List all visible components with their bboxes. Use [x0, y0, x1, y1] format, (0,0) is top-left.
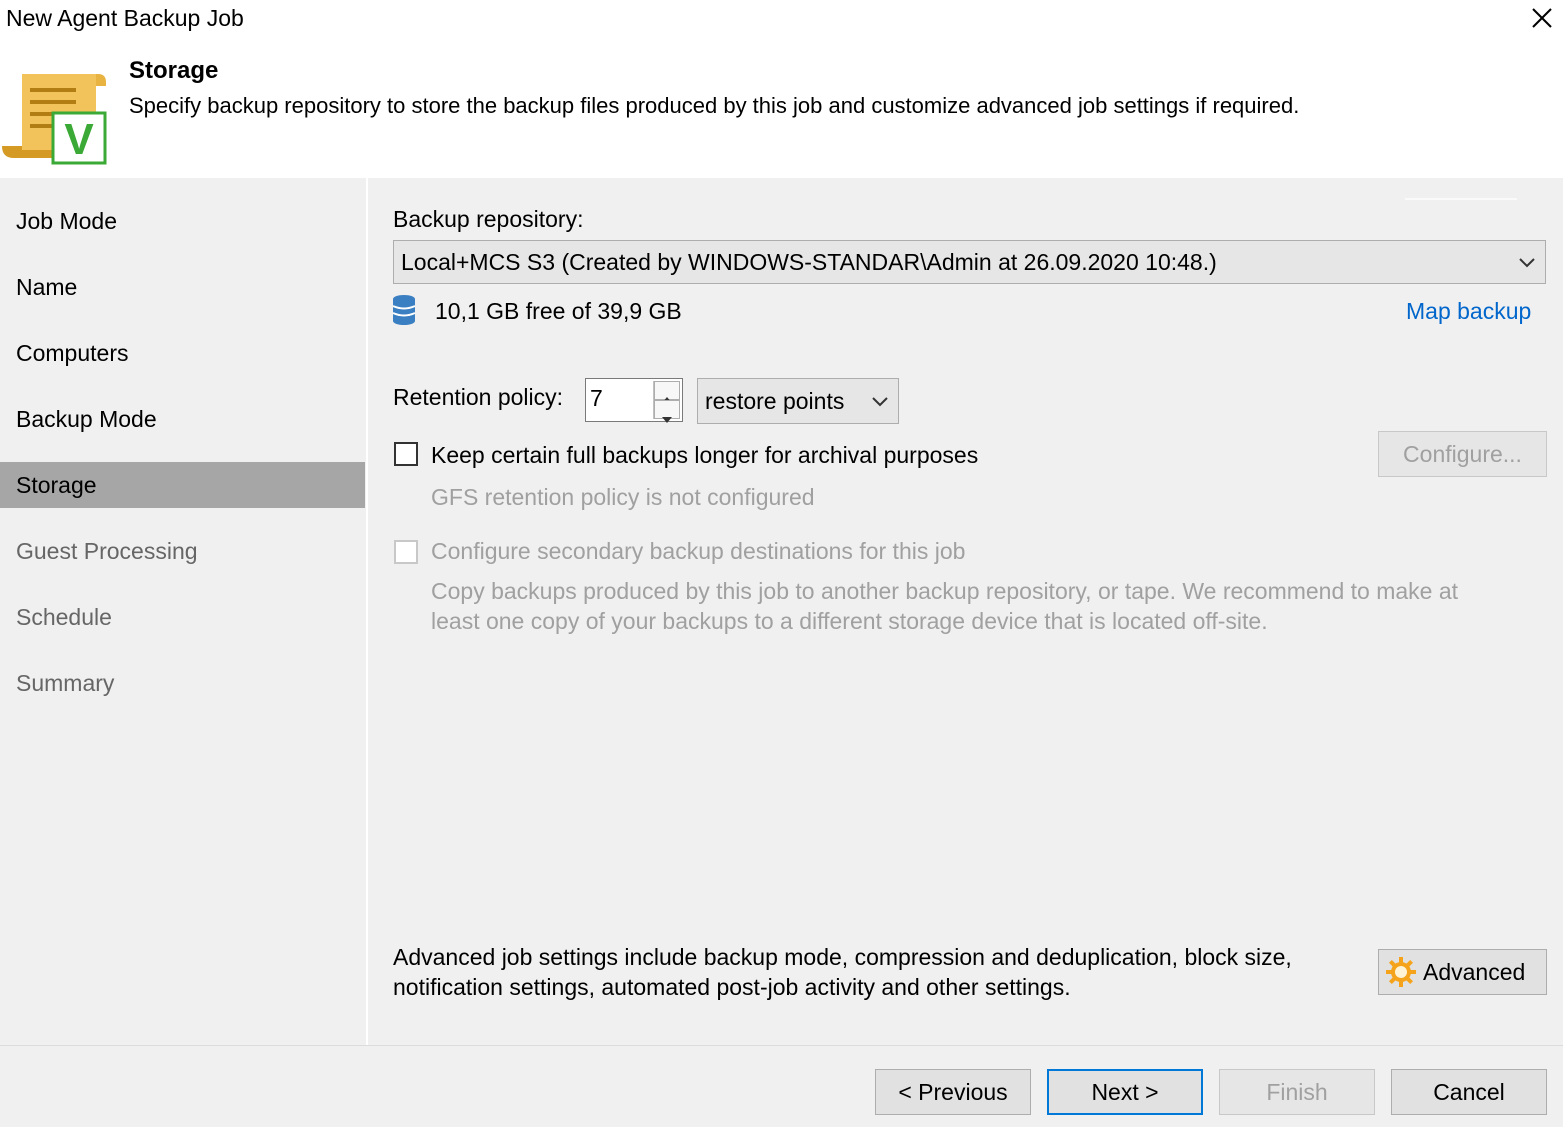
secondary-desc-line1: Copy backups produced by this job to ano…	[431, 578, 1459, 604]
gfs-checkbox-label[interactable]: Keep certain full backups longer for arc…	[431, 442, 978, 469]
wizard-sidebar: Job Mode Name Computers Backup Mode Stor…	[0, 178, 366, 1045]
sidebar-item-name[interactable]: Name	[0, 264, 365, 310]
backup-repository-label: Backup repository:	[393, 206, 584, 232]
arrow-down-icon	[662, 417, 672, 423]
next-button[interactable]: Next >	[1047, 1069, 1203, 1115]
content-divider	[1405, 198, 1517, 200]
map-backup-link[interactable]: Map backup	[1406, 298, 1531, 325]
free-space-text: 10,1 GB free of 39,9 GB	[435, 298, 682, 324]
advanced-desc-line1: Advanced job settings include backup mod…	[393, 944, 1292, 970]
stepper-down-button[interactable]	[654, 400, 680, 423]
cancel-button[interactable]: Cancel	[1391, 1069, 1547, 1115]
sidebar-item-storage[interactable]: Storage	[0, 462, 365, 508]
advanced-desc-line2: notification settings, automated post-jo…	[393, 974, 1071, 1000]
configure-button[interactable]: Configure...	[1378, 431, 1547, 477]
gfs-checkbox[interactable]	[394, 442, 418, 466]
retention-unit-select[interactable]: restore points	[697, 378, 899, 424]
secondary-destinations-label[interactable]: Configure secondary backup destinations …	[431, 538, 965, 565]
stepper-up-button[interactable]	[654, 381, 680, 403]
finish-button[interactable]: Finish	[1219, 1069, 1375, 1115]
retention-policy-label: Retention policy:	[393, 384, 564, 410]
chevron-down-icon	[1519, 258, 1535, 268]
gear-icon	[1386, 957, 1416, 987]
page-title: Storage	[129, 57, 219, 84]
sidebar-item-job-mode[interactable]: Job Mode	[0, 198, 365, 244]
advanced-button-label: Advanced	[1423, 958, 1526, 985]
close-icon[interactable]	[1528, 4, 1556, 32]
page-description: Specify backup repository to store the b…	[129, 93, 1300, 118]
gfs-status-text: GFS retention policy is not configured	[431, 484, 815, 510]
sidebar-item-summary[interactable]: Summary	[0, 660, 365, 706]
secondary-destinations-checkbox[interactable]	[394, 540, 418, 564]
backup-repository-value: Local+MCS S3 (Created by WINDOWS-STANDAR…	[401, 249, 1217, 275]
badge-v-text: V	[64, 115, 94, 164]
retention-unit-value: restore points	[705, 388, 845, 414]
sidebar-item-computers[interactable]: Computers	[0, 330, 365, 376]
retention-stepper[interactable]: 7	[585, 378, 683, 423]
window-title: New Agent Backup Job	[6, 5, 244, 31]
secondary-desc-line2: least one copy of your backups to a diff…	[431, 608, 1268, 634]
previous-button[interactable]: < Previous	[875, 1069, 1031, 1115]
database-icon	[392, 295, 416, 325]
sidebar-item-backup-mode[interactable]: Backup Mode	[0, 396, 365, 442]
sidebar-item-guest-processing[interactable]: Guest Processing	[0, 528, 365, 574]
chevron-down-icon	[872, 397, 888, 407]
advanced-button[interactable]: Advanced	[1378, 949, 1547, 995]
stepper-buttons	[653, 381, 680, 423]
retention-value: 7	[590, 385, 603, 411]
sidebar-item-schedule[interactable]: Schedule	[0, 594, 365, 640]
backup-job-scroll-icon: V	[2, 74, 107, 165]
backup-repository-select[interactable]: Local+MCS S3 (Created by WINDOWS-STANDAR…	[393, 240, 1546, 284]
